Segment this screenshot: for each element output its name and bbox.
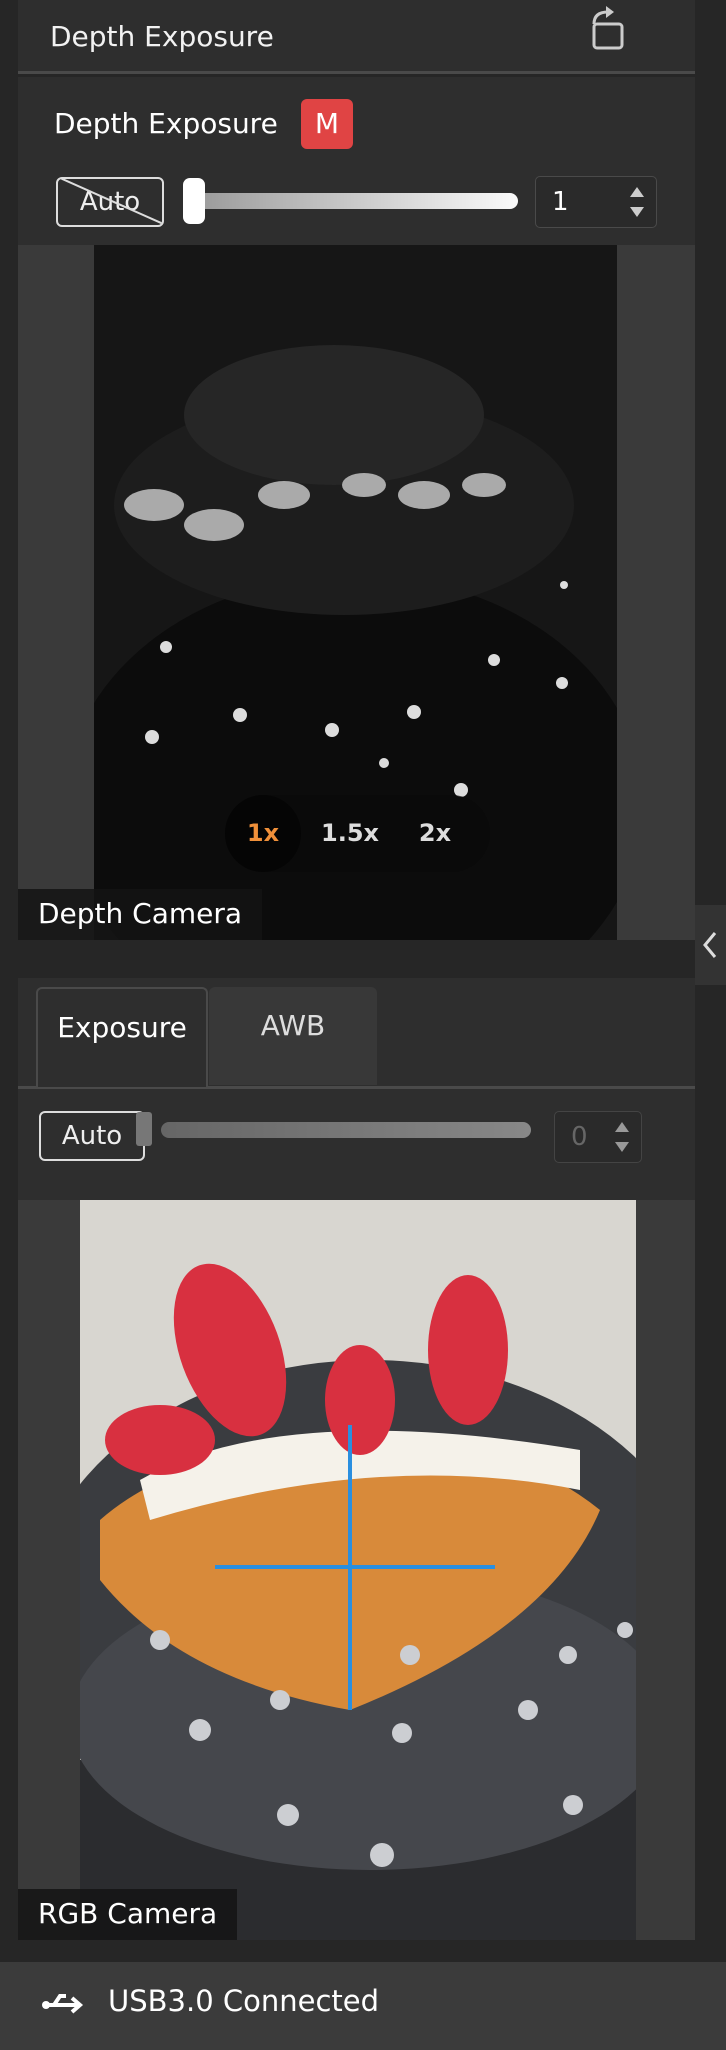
spin-value: 0 xyxy=(571,1122,588,1152)
auto-label: Auto xyxy=(61,1121,123,1151)
rgb-exposure-slider[interactable] xyxy=(161,1122,531,1138)
spin-value: 1 xyxy=(552,187,569,217)
rgb-camera-caption: RGB Camera xyxy=(18,1889,238,1940)
rgb-slider-thumb[interactable] xyxy=(136,1112,152,1146)
status-bar: USB3.0 Connected xyxy=(0,1962,726,2050)
manual-mode-badge: M xyxy=(301,99,353,149)
rgb-image xyxy=(80,1200,636,1940)
zoom-2x-button[interactable]: 2x xyxy=(400,795,470,872)
depth-exposure-label: Depth Exposure xyxy=(54,107,278,140)
decrement-icon[interactable] xyxy=(615,1142,629,1152)
zoom-1.5x-button[interactable]: 1.5x xyxy=(315,795,385,872)
auto-label: Auto xyxy=(79,187,141,217)
depth-camera-view: 1x 1.5x 2x Depth Camera xyxy=(18,245,695,940)
zoom-1x-button[interactable]: 1x xyxy=(225,795,301,872)
usb-icon xyxy=(42,1994,84,2014)
header: Depth Exposure xyxy=(18,0,695,74)
rgb-controls: Exposure AWB Auto 0 xyxy=(18,978,695,1200)
divider xyxy=(18,940,695,978)
chevron-left-icon xyxy=(703,932,717,958)
increment-icon[interactable] xyxy=(630,187,644,197)
tab-exposure[interactable]: Exposure xyxy=(36,987,208,1087)
depth-exposure-slider[interactable] xyxy=(190,193,518,209)
depth-exposure-spinbox[interactable]: 1 xyxy=(535,176,657,228)
zoom-selector: 1x 1.5x 2x xyxy=(225,795,490,872)
tab-awb[interactable]: AWB xyxy=(209,987,377,1085)
increment-icon[interactable] xyxy=(615,1122,629,1132)
depth-auto-toggle[interactable]: Auto xyxy=(56,177,164,227)
decrement-icon[interactable] xyxy=(630,207,644,217)
depth-camera-caption: Depth Camera xyxy=(18,889,263,940)
rgb-auto-toggle[interactable]: Auto xyxy=(39,1111,145,1161)
rgb-camera-view: RGB Camera xyxy=(18,1200,695,1940)
header-title: Depth Exposure xyxy=(50,20,274,53)
depth-slider-thumb[interactable] xyxy=(183,178,205,224)
rotate-icon[interactable] xyxy=(586,6,636,54)
rgb-exposure-spinbox[interactable]: 0 xyxy=(554,1111,642,1163)
collapse-handle[interactable] xyxy=(695,905,726,985)
connection-status: USB3.0 Connected xyxy=(108,1984,380,2018)
depth-exposure-controls: Depth Exposure M Auto 1 xyxy=(18,77,695,245)
